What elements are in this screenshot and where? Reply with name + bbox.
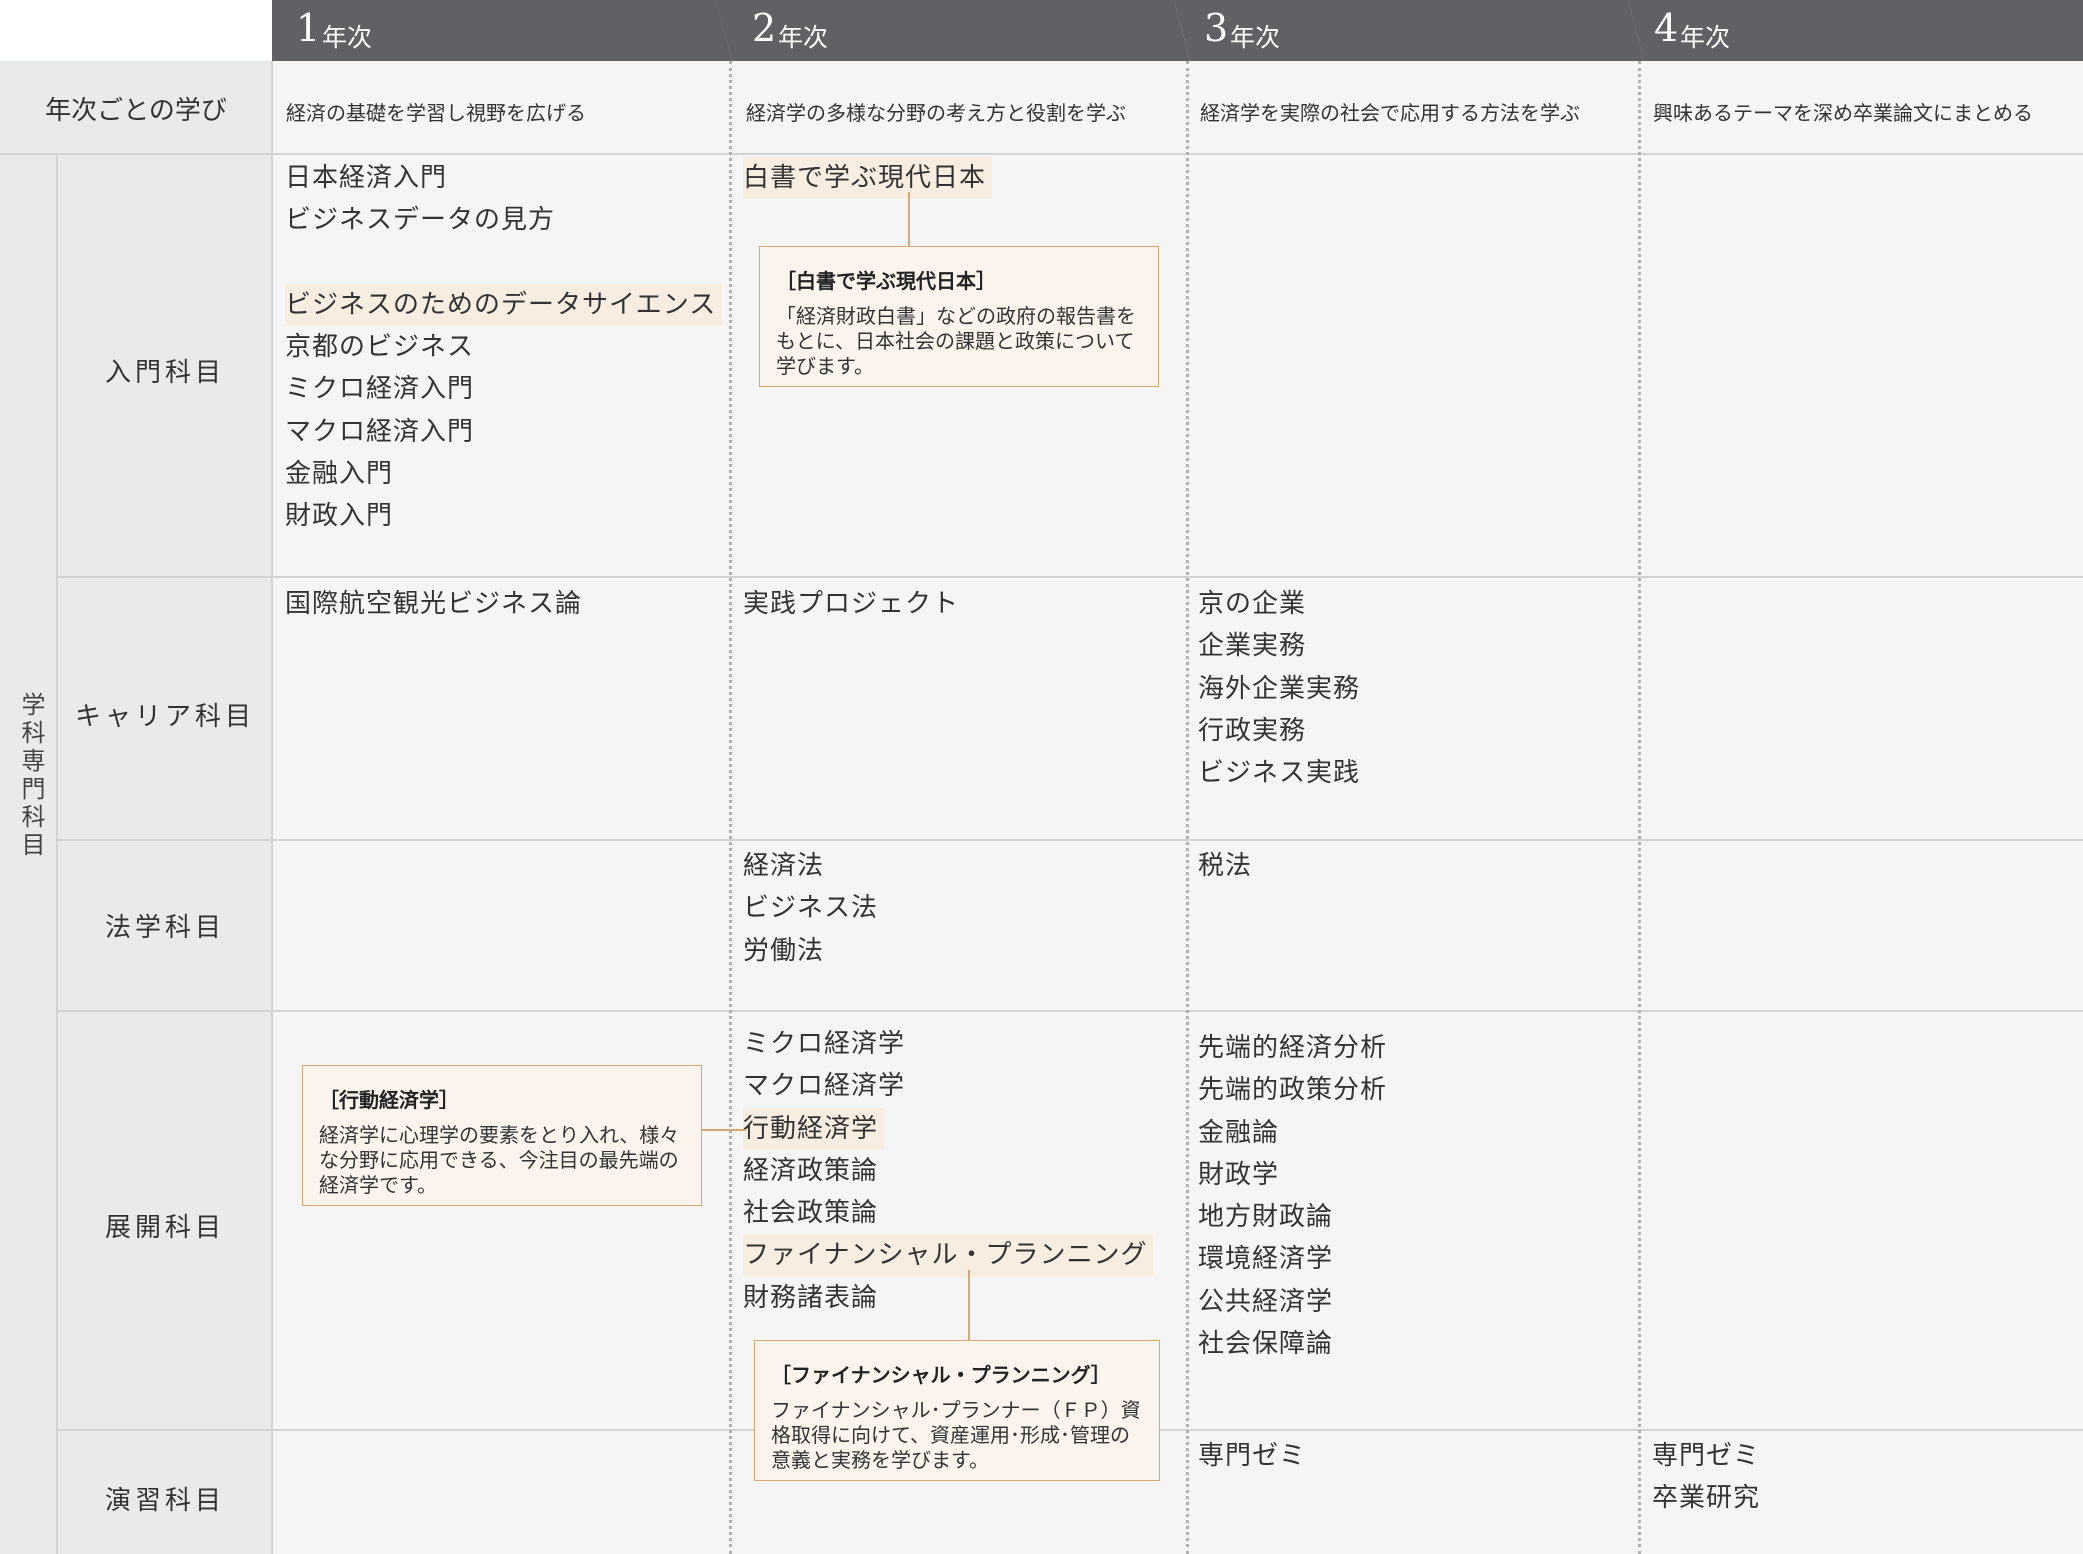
callout-body: ファイナンシャル･プランナー（ＦＰ）資格取得に向けて、資産運用･形成･管理の意義… xyxy=(771,1398,1141,1472)
course-item: 国際航空観光ビジネス論 xyxy=(285,589,583,619)
row-label-seminar: 演習科目 xyxy=(104,1486,225,1516)
course-list: 専門ゼミ xyxy=(1198,1435,1306,1477)
callout-hakusho: ［白書で学ぶ現代日本］ 「経済財政白書」などの政府の報告書をもとに、日本社会の課… xyxy=(759,246,1159,387)
course-item: 専門ゼミ xyxy=(1198,1441,1307,1471)
year-header-4: 4 年次 xyxy=(1628,0,2083,61)
course-item: 日本経済入門 xyxy=(285,163,448,193)
course-item: ビジネス実践 xyxy=(1198,758,1361,789)
dotted-divider xyxy=(1638,61,1641,1554)
course-item: 白書で学ぶ現代日本 xyxy=(743,157,993,200)
course-item: マクロ経済学 xyxy=(743,1071,906,1102)
course-item: 地方財政論 xyxy=(1198,1202,1334,1233)
course-list: 白書で学ぶ現代日本 xyxy=(743,157,993,200)
course-item: 企業実務 xyxy=(1198,631,1307,662)
row-label-career: キャリア科目 xyxy=(74,702,255,732)
year-goal: 経済学の多様な分野の考え方と役割を学ぶ xyxy=(746,101,1126,125)
callout-body: 経済学に心理学の要素をとり入れ、様々な分野に応用できる、今注目の最先端の経済学で… xyxy=(319,1123,680,1197)
course-list: 京の企業 企業実務 海外企業実務 行政実務 ビジネス実践 xyxy=(1198,583,1360,794)
course-item: 専門ゼミ xyxy=(1652,1441,1761,1471)
course-item: 経済政策論 xyxy=(743,1155,879,1186)
callout-connector xyxy=(702,1129,746,1131)
year-number: 2 xyxy=(752,6,777,50)
course-item: ファイナンシャル・プランニング xyxy=(743,1234,1154,1277)
course-item: 労働法 xyxy=(743,935,825,966)
course-item: 行政実務 xyxy=(1198,715,1307,746)
year-goal: 経済学を実際の社会で応用する方法を学ぶ xyxy=(1200,101,1580,125)
course-item: 先端的政策分析 xyxy=(1198,1075,1388,1106)
course-item: 税法 xyxy=(1198,851,1253,881)
row-label-advanced: 展開科目 xyxy=(104,1213,225,1243)
row-label-intro: 入門科目 xyxy=(104,358,225,388)
row-label-law: 法学科目 xyxy=(104,913,225,943)
course-item: 社会保障論 xyxy=(1198,1329,1334,1360)
callout-behavioral-economics: ［行動経済学］ 経済学に心理学の要素をとり入れ、様々な分野に応用できる、今注目の… xyxy=(302,1065,702,1206)
course-list: 実践プロジェクト xyxy=(743,583,959,625)
course-item: 海外企業実務 xyxy=(1198,673,1361,704)
callout-connector xyxy=(968,1270,970,1340)
course-item: ビジネスデータの見方 xyxy=(285,205,556,236)
callout-title: ［ファイナンシャル・プランニング］ xyxy=(771,1363,1111,1387)
row-divider xyxy=(0,153,2083,155)
course-item: 経済法 xyxy=(743,851,825,881)
course-item: ミクロ経済入門 xyxy=(285,374,475,405)
course-item: 財務諸表論 xyxy=(743,1282,879,1313)
dotted-divider xyxy=(729,61,732,1554)
course-list: 専門ゼミ 卒業研究 xyxy=(1652,1435,1760,1520)
year-header-1: 1 年次 xyxy=(272,0,732,61)
course-item: ビジネス法 xyxy=(743,893,879,924)
year-number: 4 xyxy=(1654,6,1679,50)
year-number: 1 xyxy=(296,6,321,50)
course-list: 税法 xyxy=(1198,845,1252,887)
course-item: 財政学 xyxy=(1198,1159,1280,1190)
course-item: 京の企業 xyxy=(1198,589,1307,619)
year-header-2: 2 年次 xyxy=(716,0,1190,61)
year-goal: 興味あるテーマを深め卒業論文にまとめる xyxy=(1653,101,2033,125)
course-item: 先端的経済分析 xyxy=(1198,1033,1388,1063)
row-divider xyxy=(56,1010,2083,1012)
year-suffix: 年次 xyxy=(322,23,373,52)
course-item: マクロ経済入門 xyxy=(285,416,475,447)
course-item: 卒業研究 xyxy=(1652,1483,1761,1514)
course-list: 先端的経済分析 先端的政策分析 金融論 財政学 地方財政論 環境経済学 公共経済… xyxy=(1198,1027,1387,1365)
callout-connector xyxy=(908,192,910,246)
column-divider xyxy=(271,61,273,1554)
course-item: ミクロ経済学 xyxy=(743,1029,906,1059)
goals-label: 年次ごとの学び xyxy=(45,96,227,126)
row-divider xyxy=(56,576,2083,578)
year-suffix: 年次 xyxy=(1680,23,1731,52)
course-item: 行動経済学 xyxy=(743,1107,885,1150)
course-item: 社会政策論 xyxy=(743,1198,879,1229)
course-list: 国際航空観光ビジネス論 xyxy=(285,583,582,625)
year-goal: 経済の基礎を学習し視野を広げる xyxy=(286,101,586,125)
course-item: 財政入門 xyxy=(285,501,394,532)
course-item: 環境経済学 xyxy=(1198,1244,1334,1275)
callout-body: 「経済財政白書」などの政府の報告書をもとに、日本社会の課題と政策について学びます… xyxy=(776,304,1136,378)
course-item: 金融論 xyxy=(1198,1117,1280,1148)
category-label: 学科専門科目 xyxy=(17,692,45,860)
course-item: ビジネスのためのデータサイエンス xyxy=(285,283,723,327)
year-suffix: 年次 xyxy=(778,23,829,52)
course-item: 公共経済学 xyxy=(1198,1286,1334,1317)
year-header-3: 3 年次 xyxy=(1174,0,1644,61)
row-divider xyxy=(56,839,2083,841)
callout-title: ［白書で学ぶ現代日本］ xyxy=(776,269,996,293)
callout-title: ［行動経済学］ xyxy=(319,1088,459,1112)
course-item: 京都のビジネス xyxy=(285,332,475,363)
dotted-divider xyxy=(1186,61,1189,1554)
course-list: ミクロ経済学 マクロ経済学 行動経済学 経済政策論 社会政策論 ファイナンシャル… xyxy=(743,1023,1154,1319)
course-list: 経済法 ビジネス法 労働法 xyxy=(743,845,878,972)
year-suffix: 年次 xyxy=(1230,23,1281,52)
course-item: 金融入門 xyxy=(285,459,394,490)
course-item: 実践プロジェクト xyxy=(743,589,960,619)
year-number: 3 xyxy=(1204,6,1229,50)
course-list: 日本経済入門 ビジネスデータの見方 ビジネスのためのデータサイエンス 京都のビジ… xyxy=(285,157,723,538)
callout-financial-planning: ［ファイナンシャル・プランニング］ ファイナンシャル･プランナー（ＦＰ）資格取得… xyxy=(754,1340,1160,1481)
